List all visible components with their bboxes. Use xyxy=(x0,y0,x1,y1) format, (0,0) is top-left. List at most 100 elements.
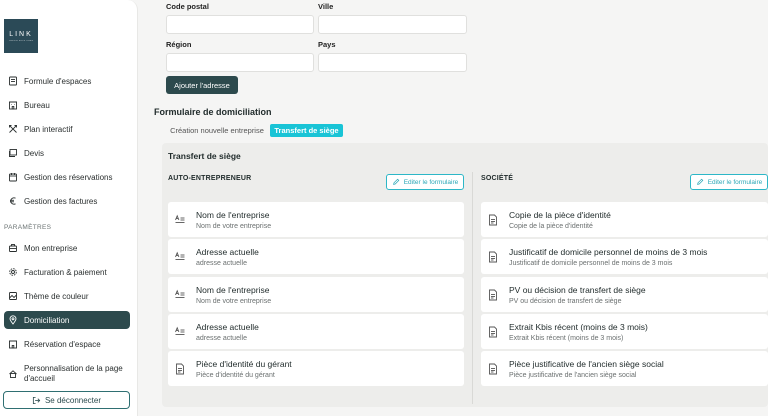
stack-icon xyxy=(8,148,18,158)
document-icon xyxy=(174,363,186,375)
logo-subtext: OFFICE SOLUTIONS xyxy=(8,39,34,42)
field-subtitle: Extrait Kbis récent (moins de 3 mois) xyxy=(509,334,624,342)
ville-input[interactable] xyxy=(318,15,467,34)
document-icon xyxy=(487,289,499,301)
field-subtitle: Justificatif de domicile personnel de mo… xyxy=(509,259,673,267)
field-title: Adresse actuelle xyxy=(196,246,259,257)
edit-form-label: Editer le formulaire xyxy=(403,178,459,186)
edit-form-label: Editer le formulaire xyxy=(707,178,763,186)
domiciliation-heading: Formulaire de domiciliation xyxy=(154,107,272,117)
column-title-auto-entrepreneur: AUTO-ENTREPRENEUR xyxy=(168,175,252,182)
document-icon xyxy=(487,214,499,226)
sidebar-item-facturation[interactable]: Facturation & paiement xyxy=(4,263,130,281)
text-icon xyxy=(174,251,186,263)
field-card[interactable]: Adresse actuelle adresse actuelle xyxy=(168,314,464,349)
sidebar-item-reservation-espace[interactable]: Réservation d'espace xyxy=(4,335,130,353)
sidebar: LINK OFFICE SOLUTIONS Formule d'espaces … xyxy=(0,0,138,416)
edit-form-button[interactable]: Editer le formulaire xyxy=(386,174,464,190)
text-icon xyxy=(174,289,186,301)
field-card[interactable]: Nom de l'entreprise Nom de votre entrepri… xyxy=(168,202,464,237)
field-title: Pièce justificative de l'ancien siège so… xyxy=(509,358,664,369)
pencil-icon xyxy=(392,178,400,185)
tab-transfert-siege[interactable]: Transfert de siège xyxy=(270,124,343,137)
field-card[interactable]: Copie de la pièce d'identité Copie de la … xyxy=(481,202,768,237)
sidebar-item-label: Personnalisation de la page d'accueil xyxy=(24,364,123,383)
field-title: Copie de la pièce d'identité xyxy=(509,209,611,220)
cross-arrows-icon xyxy=(8,124,18,134)
field-title: Nom de l'entreprise xyxy=(196,284,270,295)
document-icon xyxy=(487,363,499,375)
sidebar-item-theme-couleur[interactable]: Thème de couleur xyxy=(4,287,130,305)
tab-creation-entreprise[interactable]: Création nouvelle entreprise xyxy=(166,124,268,137)
sidebar-item-label: Devis xyxy=(24,148,45,158)
field-card[interactable]: Pièce justificative de l'ancien siège so… xyxy=(481,351,768,386)
text-icon xyxy=(174,214,186,226)
field-card[interactable]: Extrait Kbis récent (moins de 3 mois) Ext… xyxy=(481,314,768,349)
sidebar-item-bureau[interactable]: Bureau xyxy=(4,96,130,114)
pays-input[interactable] xyxy=(318,53,467,72)
location-icon xyxy=(8,315,18,325)
sidebar-item-formule-espaces[interactable]: Formule d'espaces xyxy=(4,72,130,90)
gear-icon xyxy=(8,267,18,277)
euro-icon xyxy=(8,196,18,206)
logout-icon xyxy=(32,396,41,404)
sidebar-item-gestion-factures[interactable]: Gestion des factures xyxy=(4,192,130,210)
ville-label: Ville xyxy=(318,2,334,11)
field-title: Pièce d'identité du gérant xyxy=(196,358,292,369)
logout-button[interactable]: Se déconnecter xyxy=(3,391,130,409)
field-card[interactable]: Nom de l'entreprise Nom de votre entrepri… xyxy=(168,277,464,312)
code-postal-label: Code postal xyxy=(166,2,209,11)
field-subtitle: Copie de la pièce d'identité xyxy=(509,222,593,230)
field-subtitle: PV ou décision de transfert de siège xyxy=(509,297,622,305)
field-title: Nom de l'entreprise xyxy=(196,209,270,220)
sidebar-item-label: Formule d'espaces xyxy=(24,76,92,86)
field-title: PV ou décision de transfert de siège xyxy=(509,284,646,295)
field-subtitle: Nom de votre entreprise xyxy=(196,222,272,230)
field-card[interactable]: Pièce d'identité du gérant Pièce d'identi… xyxy=(168,351,464,386)
briefcase-icon xyxy=(8,243,18,253)
column-divider xyxy=(472,172,473,404)
sidebar-item-plan-interactif[interactable]: Plan interactif xyxy=(4,120,130,138)
edit-form-button[interactable]: Editer le formulaire xyxy=(690,174,768,190)
home-icon xyxy=(8,369,18,379)
code-postal-input[interactable] xyxy=(166,15,314,34)
section-label-parametres: PARAMÈTRES xyxy=(4,224,52,231)
field-subtitle: Pièce d'identité du gérant xyxy=(196,371,275,379)
pencil-icon xyxy=(696,178,704,185)
sidebar-item-label: Bureau xyxy=(24,100,50,110)
field-title: Extrait Kbis récent (moins de 3 mois) xyxy=(509,321,648,332)
region-label: Région xyxy=(166,40,192,49)
sidebar-item-devis[interactable]: Devis xyxy=(4,144,130,162)
logout-label: Se déconnecter xyxy=(44,395,102,405)
sidebar-item-domiciliation[interactable]: Domiciliation xyxy=(4,311,130,329)
field-title: Adresse actuelle xyxy=(196,321,259,332)
column-title-societe: SOCIÉTÉ xyxy=(481,175,514,182)
sidebar-item-gestion-reservations[interactable]: Gestion des réservations xyxy=(4,168,130,186)
field-subtitle: Pièce justificative de l'ancien siège so… xyxy=(509,371,637,379)
building-icon xyxy=(8,339,18,349)
add-address-button[interactable]: Ajouter l'adresse xyxy=(166,76,238,94)
field-subtitle: Nom de votre entreprise xyxy=(196,297,272,305)
sidebar-item-mon-entreprise[interactable]: Mon entreprise xyxy=(4,239,130,257)
logo-text: LINK xyxy=(9,30,33,38)
field-title: Justificatif de domicile personnel de mo… xyxy=(509,246,708,257)
sidebar-item-label: Mon entreprise xyxy=(24,243,78,253)
sidebar-item-label: Gestion des réservations xyxy=(24,172,113,182)
text-icon xyxy=(174,326,186,338)
field-subtitle: adresse actuelle xyxy=(196,259,247,267)
building-icon xyxy=(8,100,18,110)
sidebar-item-label: Réservation d'espace xyxy=(24,339,101,349)
field-card[interactable]: Adresse actuelle adresse actuelle xyxy=(168,239,464,274)
receipt-icon xyxy=(8,76,18,86)
sidebar-item-personnalisation[interactable]: Personnalisation de la page d'accueil xyxy=(4,362,130,386)
field-card[interactable]: Justificatif de domicile personnel de mo… xyxy=(481,239,768,274)
sidebar-item-label: Domiciliation xyxy=(24,315,70,325)
sidebar-item-label: Facturation & paiement xyxy=(24,267,107,277)
sidebar-item-label: Gestion des factures xyxy=(24,196,98,206)
logo[interactable]: LINK OFFICE SOLUTIONS xyxy=(4,19,38,53)
document-icon xyxy=(487,251,499,263)
field-card[interactable]: PV ou décision de transfert de siège PV o… xyxy=(481,277,768,312)
panel-title: Transfert de siège xyxy=(168,151,241,161)
region-input[interactable] xyxy=(166,53,314,72)
document-icon xyxy=(487,326,499,338)
